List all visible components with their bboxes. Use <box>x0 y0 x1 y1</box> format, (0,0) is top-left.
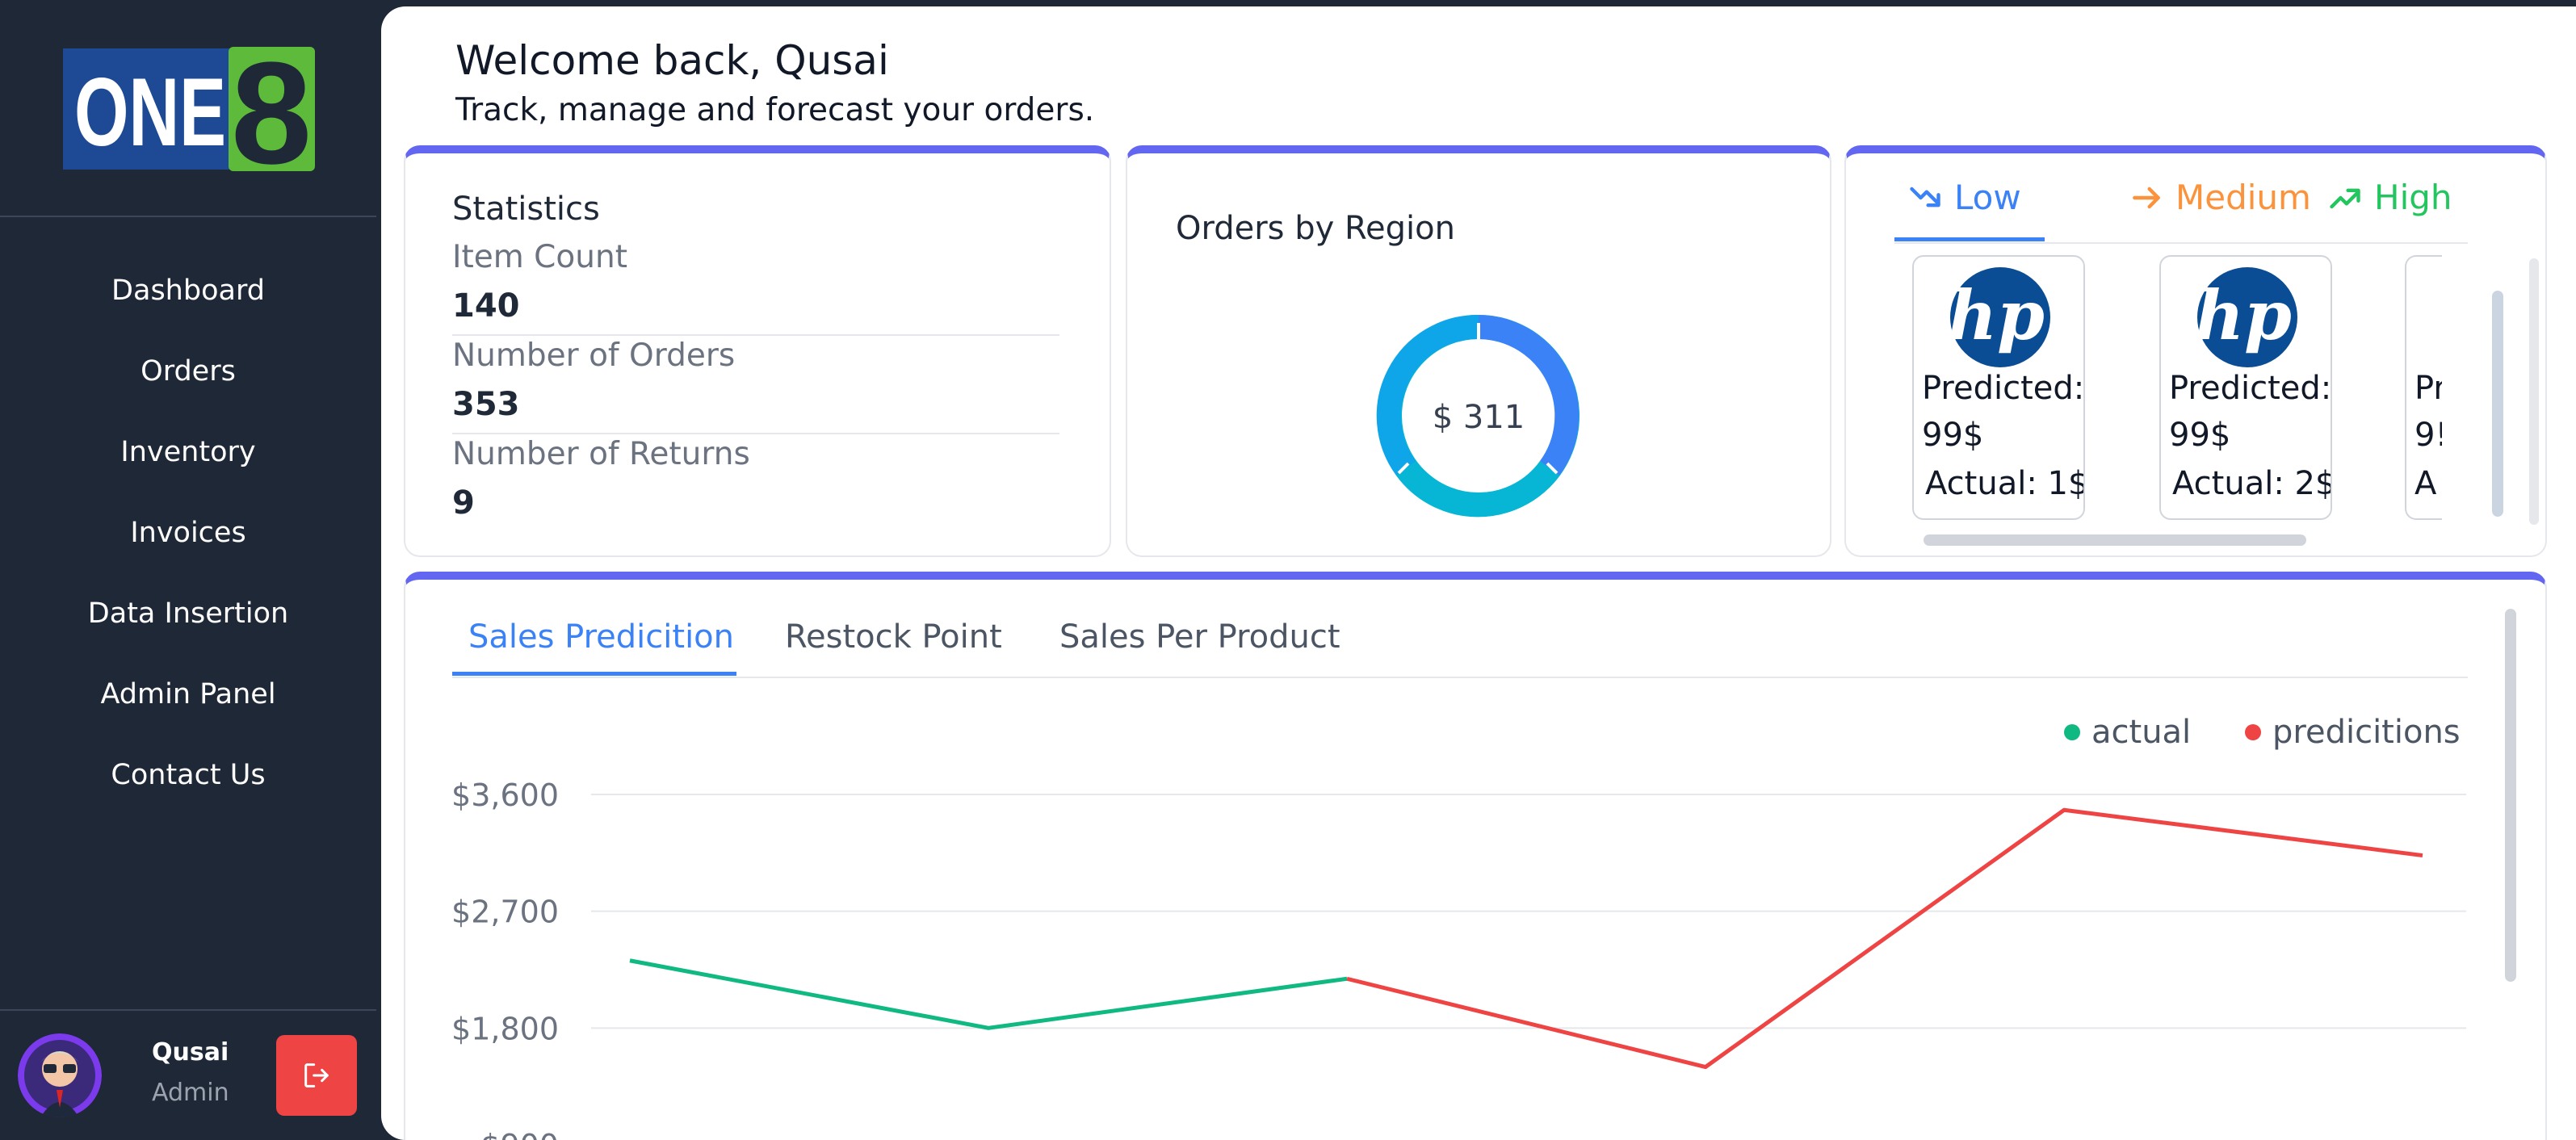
tab-sales-prediction[interactable]: Sales Predicition <box>468 618 734 656</box>
product-scrollbar[interactable] <box>2492 291 2503 517</box>
nav-invoices[interactable]: Invoices <box>0 515 376 551</box>
user-role: Admin <box>152 1079 229 1107</box>
sidebar: ONE 8 Dashboard Orders Inventory Invoice… <box>0 0 376 1140</box>
nav-inventory[interactable]: Inventory <box>0 434 376 470</box>
legend-dot <box>2064 724 2080 740</box>
actual-value: Actual: 1$ <box>1925 465 2085 502</box>
statistics-card: Statistics Item Count 140 Number of Orde… <box>404 145 1111 557</box>
tab-medium-label: Medium <box>2175 178 2311 217</box>
product-card[interactable]: hp Predicted: 99$ Actual: 2$ <box>2159 255 2332 520</box>
product-card[interactable]: Pr 9! A <box>2405 255 2442 520</box>
logout-icon <box>304 1063 329 1088</box>
y-tick-label: $900 <box>480 1128 559 1140</box>
item-count-label: Item Count <box>452 239 627 275</box>
series-line-actual[interactable] <box>629 958 1348 1030</box>
tab-low-label: Low <box>1954 178 2021 217</box>
sidebar-divider <box>0 216 376 217</box>
y-tick-label: $2,700 <box>451 895 559 930</box>
logo-number: 8 <box>231 47 312 171</box>
product-card[interactable]: hp Predicted: 99$ Actual: 1$ <box>1912 255 2085 520</box>
region-title: Orders by Region <box>1176 210 1455 247</box>
hp-logo-text: hp <box>2196 275 2292 355</box>
arrow-right-icon <box>2133 187 2160 208</box>
tab-high-label: High <box>2374 178 2452 217</box>
nav-data-insertion[interactable]: Data Insertion <box>0 596 376 631</box>
main-content: Welcome back, Qusai Track, manage and fo… <box>381 6 2576 1140</box>
nav-orders[interactable]: Orders <box>0 354 376 389</box>
donut-segment[interactable] <box>1478 315 1580 476</box>
logo-text: ONE <box>74 58 226 166</box>
active-tab-underline <box>1894 237 2045 241</box>
trending-up-icon <box>2330 188 2360 208</box>
sidebar-divider <box>0 1009 376 1011</box>
nav-contact-us[interactable]: Contact Us <box>0 757 376 793</box>
tab-sales-per-product[interactable]: Sales Per Product <box>1059 618 1340 656</box>
statistics-title: Statistics <box>452 191 600 228</box>
nav-dashboard[interactable]: Dashboard <box>0 273 376 308</box>
sales-scrollbar[interactable] <box>2505 609 2516 982</box>
orders-count-value: 353 <box>452 386 520 423</box>
predictions-card: Low Medium High hp Predicted: 99$ Actual… <box>1844 145 2547 557</box>
nav-admin-panel[interactable]: Admin Panel <box>0 677 376 712</box>
tab-high[interactable]: High <box>2327 178 2452 217</box>
tabs-divider <box>452 677 2468 678</box>
tabs-divider <box>1894 242 2468 244</box>
predicted-label: Pr <box>2414 370 2442 407</box>
sales-line-chart[interactable]: $3,600 $2,700 $1,800 $900 <box>405 741 2489 1140</box>
active-tab-underline <box>452 672 736 676</box>
returns-count-value: 9 <box>452 484 475 522</box>
actual-value: A <box>2414 465 2437 502</box>
donut-center-value: $ 311 <box>1433 399 1525 436</box>
predicted-value: 9! <box>2414 417 2442 454</box>
y-tick-label: $1,800 <box>451 1011 559 1046</box>
orders-by-region-card: Orders by Region $ 311 <box>1126 145 1831 557</box>
y-tick-label: $3,600 <box>451 777 559 813</box>
orders-count-label: Number of Orders <box>452 337 736 374</box>
user-name: Qusai <box>152 1038 229 1067</box>
donut-segment[interactable] <box>1376 314 1479 476</box>
sales-card: Sales Predicition Restock Point Sales Pe… <box>404 572 2547 1140</box>
hp-logo-text: hp <box>1949 275 2045 355</box>
hp-logo-icon: hp <box>1949 267 2050 367</box>
stat-divider <box>452 334 1059 336</box>
returns-count-label: Number of Returns <box>452 436 750 472</box>
hp-logo-icon: hp <box>2196 267 2297 367</box>
region-donut-chart[interactable]: $ 311 <box>1370 307 1588 525</box>
tab-restock-point[interactable]: Restock Point <box>785 618 1002 656</box>
one8-logo: ONE 8 <box>63 47 315 171</box>
horizontal-scrollbar[interactable] <box>1924 534 2306 546</box>
welcome-subtitle: Track, manage and forecast your orders. <box>455 92 1095 128</box>
avatar[interactable] <box>18 1033 102 1117</box>
logout-button[interactable] <box>276 1035 357 1116</box>
welcome-heading: Welcome back, Qusai <box>455 37 889 84</box>
actual-value: Actual: 2$ <box>2172 465 2332 502</box>
avatar-image <box>18 1033 102 1117</box>
predicted-value: 99$ <box>2169 417 2231 454</box>
card-scrollbar[interactable] <box>2529 258 2539 525</box>
trending-down-icon <box>1910 187 1940 207</box>
predicted-value: 99$ <box>1922 417 1984 454</box>
legend-dot <box>2245 724 2261 740</box>
tab-medium[interactable]: Medium <box>2129 178 2311 217</box>
stat-divider <box>452 433 1059 434</box>
predicted-label: Predicted: <box>1922 370 2085 407</box>
tab-low[interactable]: Low <box>1907 178 2021 217</box>
predicted-label: Predicted: <box>2169 370 2332 407</box>
item-count-value: 140 <box>452 287 520 325</box>
